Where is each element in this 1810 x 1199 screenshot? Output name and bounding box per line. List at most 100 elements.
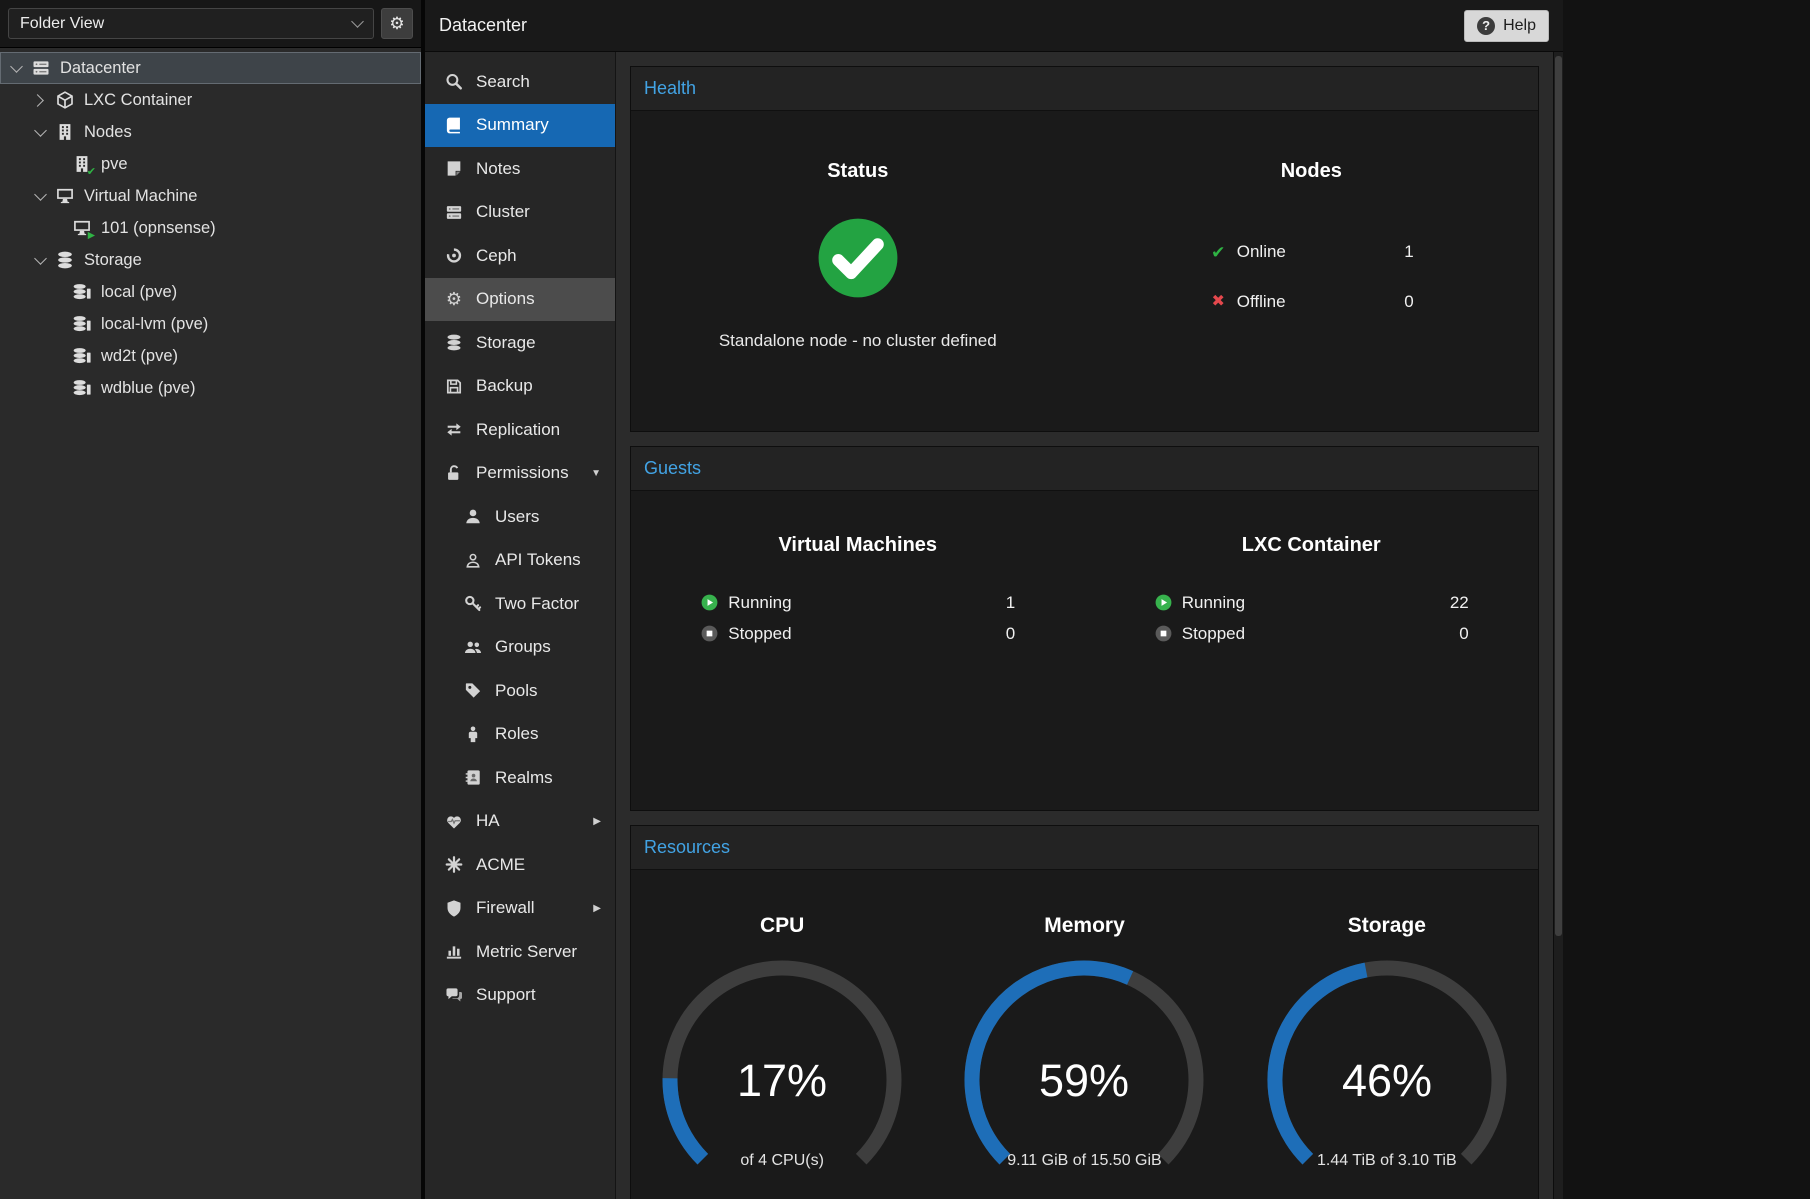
gear-icon: ⚙	[389, 14, 404, 34]
menu-item-cluster[interactable]: Cluster	[425, 191, 615, 235]
help-button[interactable]: ? Help	[1464, 10, 1549, 42]
view-mode-select[interactable]: Folder View	[8, 8, 374, 39]
database-drive-icon	[72, 378, 92, 398]
sidebar-item-storage-local[interactable]: local (pve)	[0, 276, 421, 308]
memory-percent: 59%	[1039, 1055, 1129, 1106]
storage-gauge: 46% 1.44 TiB of 3.10 TiB	[1237, 952, 1537, 1187]
menu-item-label: Realms	[495, 768, 553, 788]
tree-label: Storage	[84, 251, 142, 270]
proxmox-app: Folder View ⚙ Datacenter LXC Container	[0, 0, 1563, 1199]
expander-icon[interactable]	[10, 60, 23, 73]
expander-icon[interactable]	[34, 252, 47, 265]
vm-running-row: Running 1	[700, 587, 1015, 618]
scrollbar-thumb[interactable]	[1555, 56, 1562, 936]
menu-item-two-factor[interactable]: Two Factor	[425, 582, 615, 626]
database-drive-icon	[72, 314, 92, 334]
menu-item-summary[interactable]: Summary	[425, 104, 615, 148]
sidebar-item-vm-101[interactable]: ▶ 101 (opnsense)	[0, 212, 421, 244]
cpu-caption: of 4 CPU(s)	[632, 1152, 932, 1170]
sidebar-item-virtual-machine[interactable]: Virtual Machine	[0, 180, 421, 212]
menu-item-label: API Tokens	[495, 550, 581, 570]
check-icon: ✔	[1209, 244, 1228, 261]
sidebar-item-datacenter[interactable]: Datacenter	[0, 52, 421, 84]
view-mode-value: Folder View	[20, 15, 104, 33]
sidebar-item-storage-local-lvm[interactable]: local-lvm (pve)	[0, 308, 421, 340]
menu-item-storage[interactable]: Storage	[425, 321, 615, 365]
database-drive-icon	[72, 346, 92, 366]
health-panel: Health Status Standalone node - no clust…	[630, 66, 1539, 432]
menu-item-roles[interactable]: Roles	[425, 713, 615, 757]
expander-icon[interactable]	[34, 188, 47, 201]
sidebar-item-storage[interactable]: Storage	[0, 244, 421, 276]
row-label: Running	[728, 593, 791, 613]
row-label: Stopped	[728, 624, 791, 644]
check-badge-icon: ✔	[87, 167, 96, 178]
tree-label: wd2t (pve)	[101, 347, 178, 366]
datacenter-menu: Search Summary Notes Cluster Ceph	[425, 52, 616, 1199]
sidebar-item-nodes[interactable]: Nodes	[0, 116, 421, 148]
resources-panel: Resources CPU 17% of 4 CPU(s)	[630, 825, 1539, 1199]
play-circle-icon	[700, 593, 719, 612]
sidebar-item-pve[interactable]: ✔ pve	[0, 148, 421, 180]
help-button-label: Help	[1503, 17, 1536, 35]
menu-item-options[interactable]: ⚙ Options	[425, 278, 615, 322]
menu-item-acme[interactable]: ACME	[425, 843, 615, 887]
menu-item-api-tokens[interactable]: API Tokens	[425, 539, 615, 583]
menu-item-firewall[interactable]: Firewall ▶	[425, 887, 615, 931]
stop-circle-icon	[700, 624, 719, 643]
sidebar-item-lxc-container[interactable]: LXC Container	[0, 84, 421, 116]
menu-item-label: Replication	[476, 420, 560, 440]
menu-item-label: Options	[476, 289, 535, 309]
menu-item-backup[interactable]: Backup	[425, 365, 615, 409]
sidebar-item-storage-wdblue[interactable]: wdblue (pve)	[0, 372, 421, 404]
vertical-scrollbar[interactable]	[1553, 52, 1563, 1199]
sidebar-item-storage-wd2t[interactable]: wd2t (pve)	[0, 340, 421, 372]
chevron-right-icon: ▶	[593, 816, 601, 827]
menu-item-replication[interactable]: Replication	[425, 408, 615, 452]
health-panel-title: Health	[631, 67, 1538, 111]
vm-stopped-row: Stopped 0	[700, 618, 1015, 649]
menu-item-pools[interactable]: Pools	[425, 669, 615, 713]
tree-settings-button[interactable]: ⚙	[381, 8, 413, 39]
menu-item-metric-server[interactable]: Metric Server	[425, 930, 615, 974]
unlock-icon	[443, 464, 465, 483]
menu-item-notes[interactable]: Notes	[425, 147, 615, 191]
menu-item-groups[interactable]: Groups	[425, 626, 615, 670]
tree-label: local (pve)	[101, 283, 177, 302]
menu-item-realms[interactable]: Realms	[425, 756, 615, 800]
menu-item-ceph[interactable]: Ceph	[425, 234, 615, 278]
status-message: Standalone node - no cluster defined	[719, 331, 997, 351]
menu-item-permissions[interactable]: Permissions ▼	[425, 452, 615, 496]
building-icon: ✔	[72, 154, 92, 174]
lxc-stopped-count: 0	[1459, 624, 1468, 644]
server-stack-icon	[31, 58, 51, 78]
tree-label: local-lvm (pve)	[101, 315, 208, 334]
menu-item-label: Storage	[476, 333, 536, 353]
book-icon	[443, 116, 465, 135]
key-icon	[462, 594, 484, 613]
lxc-stopped-row: Stopped 0	[1154, 618, 1469, 649]
expander-icon[interactable]	[31, 94, 44, 107]
shield-icon	[443, 899, 465, 918]
desktop-icon	[55, 186, 75, 206]
storage-title: Storage	[1348, 914, 1426, 938]
offline-count: 0	[1404, 292, 1413, 312]
storage-caption: 1.44 TiB of 3.10 TiB	[1237, 1152, 1537, 1170]
expander-icon[interactable]	[34, 124, 47, 137]
users-icon	[462, 638, 484, 657]
menu-item-label: Roles	[495, 724, 538, 744]
menu-item-ha[interactable]: HA ▶	[425, 800, 615, 844]
server-stack-icon	[443, 203, 465, 222]
menu-item-label: Pools	[495, 681, 538, 701]
row-label: Stopped	[1182, 624, 1245, 644]
lxc-running-count: 22	[1450, 593, 1469, 613]
menu-item-support[interactable]: Support	[425, 974, 615, 1018]
summary-content: Health Status Standalone node - no clust…	[616, 52, 1553, 1199]
cpu-column: CPU 17% of 4 CPU(s)	[631, 870, 933, 1199]
status-title: Status	[827, 159, 888, 183]
menu-item-label: Summary	[476, 115, 549, 135]
chevron-right-icon: ▶	[593, 903, 601, 914]
menu-item-users[interactable]: Users	[425, 495, 615, 539]
ceph-icon	[443, 246, 465, 265]
menu-item-search[interactable]: Search	[425, 60, 615, 104]
